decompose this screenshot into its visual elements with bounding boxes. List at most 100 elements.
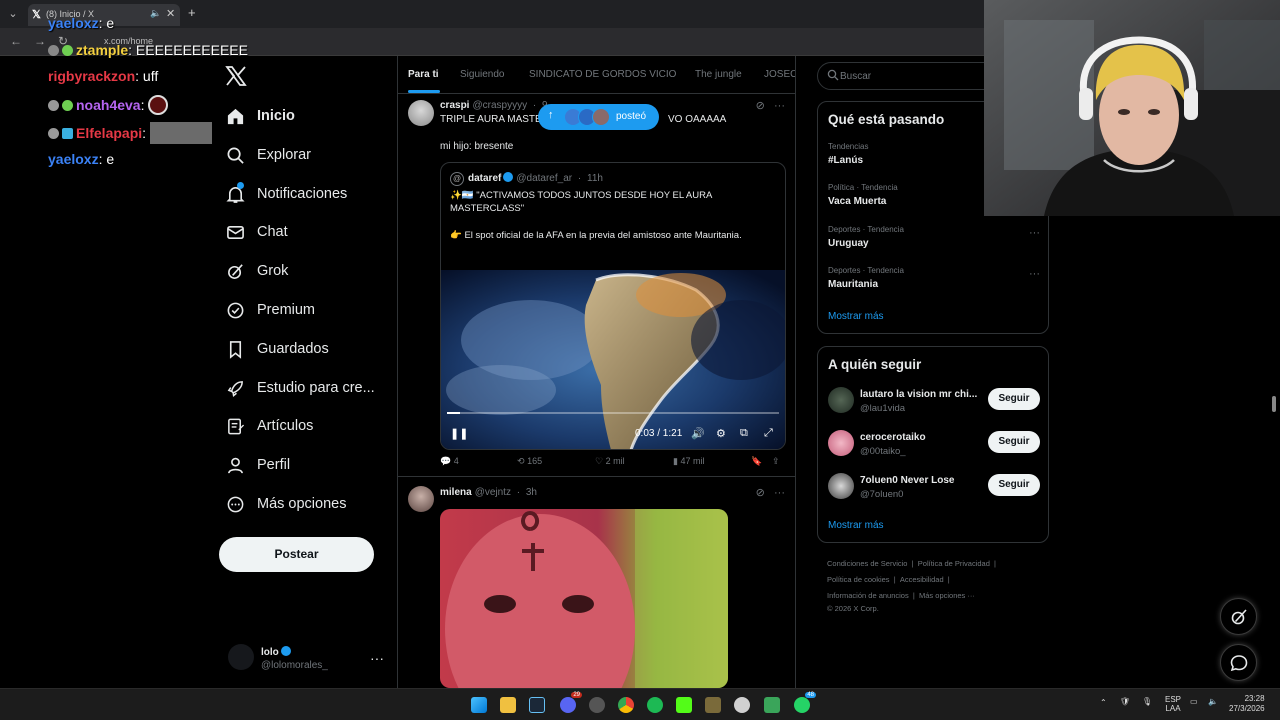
share-button[interactable]: ⇪ (772, 456, 780, 467)
follow-button[interactable]: Seguir (988, 474, 1040, 496)
chat-message: Elfelapapi: (48, 122, 212, 144)
back-icon[interactable]: ← (10, 34, 22, 48)
chat-message: rigbyrackzon: uff (48, 68, 159, 84)
footer-link[interactable]: Política de cookies (827, 575, 890, 584)
kick-icon[interactable] (676, 697, 692, 713)
volume-icon[interactable]: 🔈 (1208, 697, 1218, 706)
like-button[interactable]: ♡ 2 mil (595, 456, 625, 467)
spotify-icon[interactable] (647, 697, 663, 713)
nav-item-inicio[interactable]: Inicio (226, 102, 295, 130)
file-explorer-icon[interactable] (500, 697, 516, 713)
clock[interactable]: 23:28 27/3/2026 (1229, 694, 1265, 714)
footer-links: Condiciones de Servicio | Política de Pr… (827, 559, 997, 613)
whatsapp-icon[interactable]: 48 (794, 692, 816, 713)
trend-item[interactable]: Deportes · Tendencia Uruguay ··· (828, 225, 1040, 249)
footer-link[interactable]: Condiciones de Servicio (827, 559, 907, 568)
windows-start-icon[interactable] (471, 697, 487, 713)
follow-suggestion[interactable]: lautaro la vision mr chi... @lau1vida Se… (828, 387, 1040, 417)
post-image[interactable] (440, 509, 728, 688)
follow-handle: @00taiko_ (860, 446, 906, 457)
scrollbar[interactable] (1272, 396, 1276, 412)
settings-icon[interactable]: ⚙ (716, 427, 726, 440)
nav-item-grok[interactable]: Grok (226, 257, 288, 285)
nav-item-estudio[interactable]: Estudio para cre... (226, 374, 375, 402)
forward-icon[interactable]: → (34, 34, 46, 48)
webcam-overlay (984, 0, 1280, 216)
footer-link[interactable]: Política de Privacidad (918, 559, 990, 568)
more-icon[interactable]: ··· (774, 487, 785, 499)
tab-joseo[interactable]: JOSEO (764, 69, 795, 80)
nav-item-articulos[interactable]: Artículos (226, 412, 313, 440)
grok-icon[interactable]: ⊘ (756, 100, 765, 112)
nav-item-notificaciones[interactable]: Notificaciones (226, 180, 347, 208)
views-button[interactable]: ▮ 47 mil (673, 456, 704, 467)
quoted-post[interactable]: @ dataref @dataref_ar · 11h ✨🇦🇷 "ACTIVAMO… (440, 162, 786, 450)
footer-link[interactable]: Información de anuncios (827, 591, 909, 600)
chrome-icon[interactable] (618, 697, 634, 713)
pip-icon[interactable]: ⧉ (740, 427, 748, 440)
app-icon[interactable] (705, 697, 721, 713)
more-icon[interactable]: ··· (1029, 268, 1040, 280)
repost-button[interactable]: ⟲ 165 (517, 456, 542, 467)
grok-icon (228, 263, 243, 279)
follow-show-more-link[interactable]: Mostrar más (828, 520, 884, 531)
ccleaner-icon[interactable] (734, 697, 750, 713)
rocket-icon (227, 380, 243, 397)
tab-para-ti[interactable]: Para ti (408, 69, 439, 80)
network-icon[interactable]: ▭ (1190, 697, 1198, 706)
trend-item[interactable]: Deportes · Tendencia Mauritania ··· (828, 266, 1040, 290)
discord-icon[interactable]: 29 (560, 692, 582, 713)
follow-button[interactable]: Seguir (988, 431, 1040, 453)
video-player[interactable]: ❚❚ 0:03 / 1:21 🔊 ⚙ ⧉ ⤢ (441, 270, 785, 449)
follow-button[interactable]: Seguir (988, 388, 1040, 410)
security-icon[interactable]: 🛡 (1120, 697, 1130, 706)
nav-item-explorar[interactable]: Explorar (226, 141, 311, 169)
tab-the-jungle[interactable]: The jungle (695, 69, 742, 80)
follow-suggestion[interactable]: 7oluen0 Never Lose @7oluen0 Seguir (828, 473, 1040, 503)
nav-item-chat[interactable]: Chat (226, 218, 288, 246)
footer-link[interactable]: Más opciones ··· (919, 591, 975, 600)
new-posts-pill[interactable]: ↑ posteó (538, 104, 659, 130)
more-icon[interactable]: ··· (774, 100, 785, 112)
language-indicator[interactable]: ESP LAA (1165, 695, 1181, 713)
fullscreen-icon[interactable]: ⤢ (764, 427, 773, 440)
avatar[interactable] (408, 100, 434, 126)
emote-icon (149, 122, 212, 144)
bookmark-button[interactable]: 🔖 (751, 456, 762, 467)
x-logo-icon[interactable] (224, 64, 248, 88)
tab-sindicato[interactable]: SINDICATO DE GORDOS VICIO (529, 69, 676, 80)
follow-suggestion[interactable]: cerocerotaiko @00taiko_ Seguir (828, 430, 1040, 460)
messages-floating-button[interactable] (1220, 644, 1257, 681)
nav-item-mas-opciones[interactable]: Más opciones (226, 490, 346, 518)
app-icon[interactable] (589, 697, 605, 713)
grok-floating-button[interactable] (1220, 598, 1257, 635)
tray-chevron-icon[interactable]: ⌃ (1100, 698, 1107, 707)
post-author[interactable]: craspi (440, 100, 469, 111)
post-header-icons: ⊘ ··· (756, 486, 785, 499)
microphone-icon[interactable]: 🎙 (1142, 697, 1152, 706)
grok-icon[interactable]: ⊘ (756, 487, 765, 499)
video-progress[interactable] (447, 412, 779, 414)
tab-siguiendo[interactable]: Siguiendo (460, 69, 504, 80)
steam-icon[interactable] (529, 697, 545, 713)
trends-show-more-link[interactable]: Mostrar más (828, 311, 884, 322)
nav-item-perfil[interactable]: Perfil (226, 451, 290, 479)
volume-icon[interactable]: 🔊 (691, 427, 705, 440)
avatar[interactable] (408, 486, 434, 512)
post-button[interactable]: Postear (219, 537, 374, 572)
account-switcher[interactable]: lolo @lolomorales_ ··· (228, 644, 388, 674)
badge-icon (48, 100, 59, 111)
post[interactable]: craspi@craspyyyy · 9 ⊘ ··· TRIPLE AURA M… (398, 94, 795, 476)
footer-link[interactable]: Accesibilidad (900, 575, 944, 584)
nav-item-premium[interactable]: Premium (226, 296, 315, 324)
tab-list-chevron-icon[interactable]: ⌄ (6, 7, 20, 21)
post-author[interactable]: milena (440, 487, 472, 498)
more-icon[interactable]: ··· (370, 650, 384, 666)
more-icon[interactable]: ··· (1029, 227, 1040, 239)
avatar (592, 108, 610, 126)
reply-button[interactable]: 💬 4 (440, 456, 459, 467)
nav-item-guardados[interactable]: Guardados (226, 335, 329, 363)
app-icon[interactable] (764, 697, 780, 713)
pause-icon[interactable]: ❚❚ (450, 427, 468, 440)
verified-icon (503, 172, 514, 182)
